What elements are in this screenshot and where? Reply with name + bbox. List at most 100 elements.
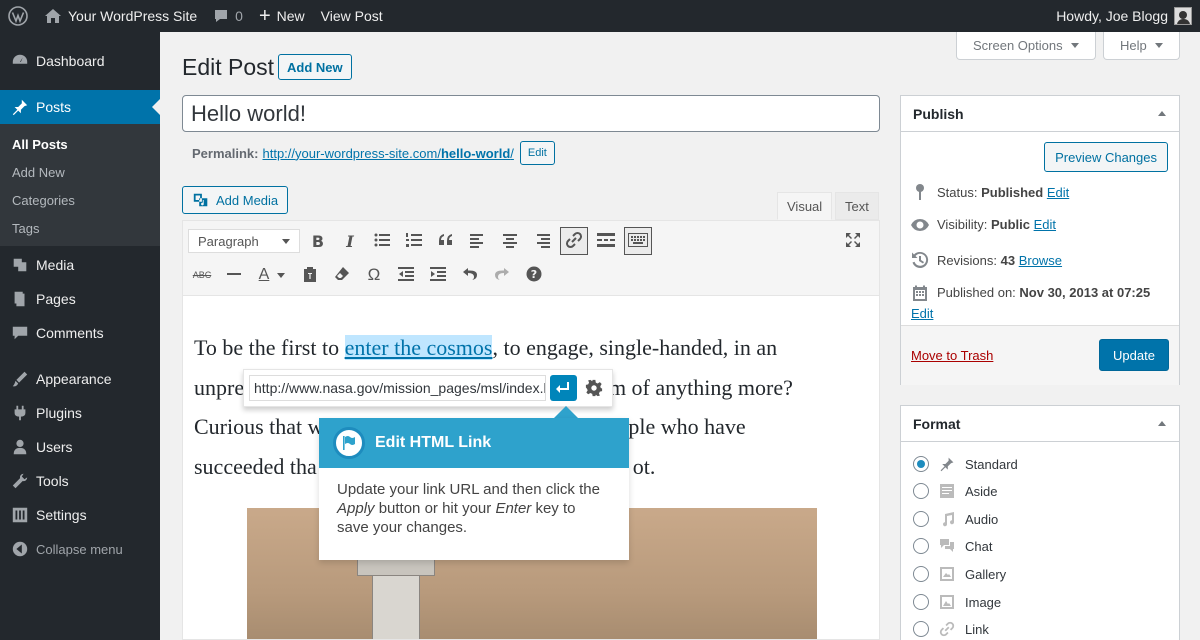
- content-link[interactable]: enter the cosmos: [344, 335, 493, 360]
- fullscreen-button[interactable]: [839, 227, 867, 255]
- permalink-edit-button[interactable]: Edit: [519, 141, 555, 165]
- numbered-list-button[interactable]: [400, 227, 428, 255]
- link-icon: [937, 619, 957, 639]
- apply-link-button[interactable]: [549, 375, 578, 401]
- caret-down-icon: [1154, 43, 1163, 48]
- radio-aside[interactable]: [913, 483, 929, 499]
- format-option-audio[interactable]: Audio: [913, 507, 998, 531]
- menu-plugins[interactable]: Plugins: [0, 396, 160, 430]
- screen-options-button[interactable]: Screen Options: [956, 32, 1096, 60]
- undo-button[interactable]: [456, 261, 484, 289]
- view-post-link[interactable]: View Post: [313, 0, 391, 32]
- menu-posts[interactable]: Posts: [0, 90, 160, 124]
- blockquote-button[interactable]: [432, 227, 460, 255]
- link-settings-button[interactable]: [581, 375, 607, 401]
- format-option-chat[interactable]: Chat: [913, 534, 992, 558]
- preview-changes-button[interactable]: Preview Changes: [1044, 142, 1168, 172]
- format-option-link[interactable]: Link: [913, 617, 989, 640]
- format-option-gallery[interactable]: Gallery: [913, 562, 1006, 586]
- menu-tools[interactable]: Tools: [0, 464, 160, 498]
- radio-link[interactable]: [913, 621, 929, 637]
- radio-gallery[interactable]: [913, 566, 929, 582]
- publish-title: Publish: [913, 105, 964, 122]
- text-color-button[interactable]: A: [252, 261, 292, 289]
- admin-bar: Your WordPress Site 0 + New View Post Ho…: [0, 0, 1200, 32]
- collapse-arrow-icon[interactable]: [1158, 111, 1166, 116]
- post-title-input[interactable]: Hello world!: [182, 95, 880, 132]
- paste-as-text-button[interactable]: [296, 261, 324, 289]
- keyboard-shortcuts-button[interactable]: ?: [520, 261, 548, 289]
- submenu-add-new[interactable]: Add New: [0, 158, 160, 186]
- published-on-label: Published on:: [937, 285, 1016, 300]
- edit-status-link[interactable]: Edit: [1047, 185, 1069, 200]
- publish-box-header[interactable]: Publish: [901, 96, 1179, 132]
- browse-revisions-link[interactable]: Browse: [1019, 253, 1062, 268]
- flag-icon: [333, 427, 365, 459]
- horizontal-line-button[interactable]: [220, 261, 248, 289]
- submenu-all-posts[interactable]: All Posts: [0, 130, 160, 158]
- wordpress-logo-icon[interactable]: [0, 0, 36, 32]
- submenu-tags[interactable]: Tags: [0, 214, 160, 242]
- new-label: New: [276, 8, 305, 24]
- strikethrough-button[interactable]: ABC: [188, 261, 216, 289]
- help-button[interactable]: Help: [1103, 32, 1180, 60]
- tab-visual[interactable]: Visual: [777, 192, 833, 220]
- align-left-button[interactable]: [464, 227, 492, 255]
- format-option-aside[interactable]: Aside: [913, 479, 998, 503]
- format-label: Gallery: [965, 566, 1007, 582]
- link-url-input[interactable]: http://www.nasa.gov/mission_pages/msl/in…: [249, 375, 546, 401]
- add-new-button[interactable]: Add New: [278, 54, 352, 80]
- toolbar-toggle-button[interactable]: [624, 227, 652, 255]
- site-name-link[interactable]: Your WordPress Site: [36, 0, 205, 32]
- align-right-button[interactable]: [528, 227, 556, 255]
- new-content-link[interactable]: + New: [251, 0, 313, 32]
- menu-label: Pages: [36, 291, 76, 307]
- format-select[interactable]: Paragraph: [188, 229, 300, 253]
- edit-date-link[interactable]: Edit: [911, 306, 933, 321]
- permalink-link[interactable]: http://your-wordpress-site.com/hello-wor…: [262, 146, 513, 161]
- redo-button[interactable]: [488, 261, 516, 289]
- pointer-text: button or hit your: [374, 500, 496, 517]
- comments-link[interactable]: 0: [205, 0, 251, 32]
- pointer-body: Update your link URL and then click the …: [319, 468, 629, 537]
- outdent-button[interactable]: [392, 261, 420, 289]
- radio-image[interactable]: [913, 594, 929, 610]
- clear-formatting-button[interactable]: [328, 261, 356, 289]
- italic-button[interactable]: I: [336, 227, 364, 255]
- permalink-base: http://your-wordpress-site.com/: [262, 145, 441, 161]
- radio-chat[interactable]: [913, 538, 929, 554]
- indent-button[interactable]: [424, 261, 452, 289]
- menu-media[interactable]: Media: [0, 248, 160, 282]
- radio-standard[interactable]: [913, 456, 929, 472]
- special-character-button[interactable]: Ω: [360, 261, 388, 289]
- bold-button[interactable]: B: [304, 227, 332, 255]
- menu-pages[interactable]: Pages: [0, 282, 160, 316]
- status-value: Published: [981, 184, 1044, 200]
- menu-dashboard[interactable]: Dashboard: [0, 44, 160, 78]
- format-option-image[interactable]: Image: [913, 590, 1001, 614]
- update-button[interactable]: Update: [1099, 339, 1169, 371]
- menu-comments[interactable]: Comments: [0, 316, 160, 350]
- radio-audio[interactable]: [913, 511, 929, 527]
- format-box-header[interactable]: Format: [901, 406, 1179, 442]
- redo-icon: [494, 266, 510, 285]
- menu-users[interactable]: Users: [0, 430, 160, 464]
- account-menu[interactable]: Howdy, Joe Blogg: [1056, 0, 1192, 32]
- insert-link-button[interactable]: [560, 227, 588, 255]
- aside-icon: [937, 481, 957, 501]
- tab-text[interactable]: Text: [835, 192, 879, 220]
- collapse-arrow-icon[interactable]: [1158, 421, 1166, 426]
- read-more-button[interactable]: [592, 227, 620, 255]
- submenu-categories[interactable]: Categories: [0, 186, 160, 214]
- edit-visibility-link[interactable]: Edit: [1034, 217, 1056, 232]
- menu-appearance[interactable]: Appearance: [0, 362, 160, 396]
- bulleted-list-button[interactable]: [368, 227, 396, 255]
- add-media-button[interactable]: Add Media: [182, 186, 289, 214]
- collapse-menu-button[interactable]: Collapse menu: [0, 532, 160, 566]
- comments-count: 0: [235, 8, 243, 24]
- align-center-button[interactable]: [496, 227, 524, 255]
- revisions-value: 43: [1000, 252, 1016, 268]
- format-option-standard[interactable]: Standard: [913, 452, 1018, 476]
- menu-settings[interactable]: Settings: [0, 498, 160, 532]
- move-to-trash-link[interactable]: Move to Trash: [911, 348, 993, 363]
